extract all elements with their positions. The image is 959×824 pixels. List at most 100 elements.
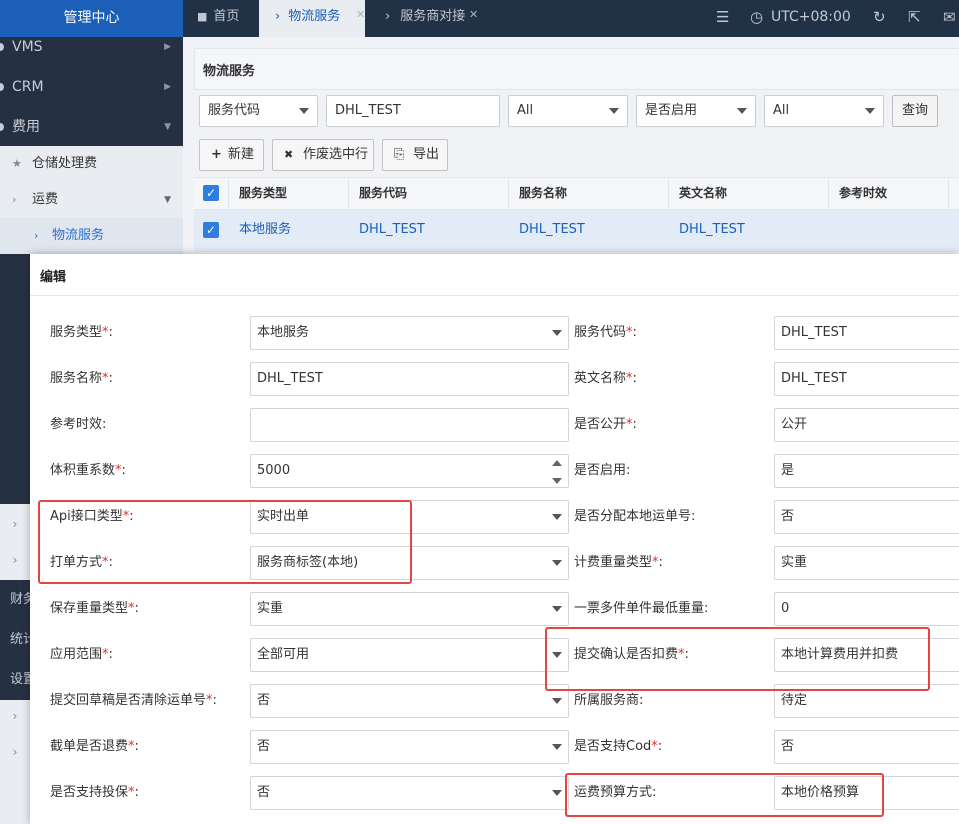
field-label-text: 服务代码 [574,325,627,340]
field-label: 是否支持投保*: [50,776,139,810]
field-value: 0 [781,601,790,616]
type-select[interactable]: All [508,95,628,127]
field-value-box[interactable]: 实重 [774,546,959,580]
file-export-icon: ⎘ [394,147,405,162]
field-select[interactable]: 本地服务 [250,316,569,350]
checkbox-checked-icon[interactable]: ✓ [203,185,219,201]
text-input[interactable] [250,408,569,442]
field-value-box[interactable]: DHL_TEST [774,316,959,350]
sidebar-item-freight[interactable]: › 运费 ▼ [0,182,183,218]
text-input[interactable]: DHL_TEST [250,362,569,396]
label-colon: : [639,693,644,708]
field-value: 否 [257,785,271,800]
sidebar-item-stats[interactable]: 统计 [0,620,30,660]
field-label: 截单是否退费*: [50,730,139,764]
field-label-text: 应用范围 [50,647,103,662]
field-value: DHL_TEST [781,371,847,386]
label-colon: : [657,739,663,754]
column-header[interactable]: 服务名称 [509,178,669,209]
field-value-box[interactable]: 公开 [774,408,959,442]
bullet-icon [0,83,4,91]
column-header[interactable]: 服务代码 [349,178,509,209]
number-spinner-icon[interactable] [552,460,562,484]
field-value-box[interactable]: DHL_TEST [774,362,959,396]
export-button[interactable]: ⎘ 导出 [382,139,448,171]
field-value-box[interactable]: 0 [774,592,959,626]
label-colon: : [121,463,126,478]
sidebar-item-settings[interactable]: 设置 [0,660,30,700]
field-value-box[interactable]: 是 [774,454,959,488]
tab-logistics-service[interactable]: › 物流服务 ✕ [259,0,365,37]
home-icon: ■ [197,10,208,23]
column-header[interactable]: 参考时效 [829,178,949,209]
column-header[interactable]: 服务类型 [229,178,349,209]
field-label-text: 计费重量类型 [574,555,653,570]
field-select[interactable]: 否 [250,730,569,764]
chevron-right-icon: ▶ [164,82,171,92]
enabled-select[interactable]: 是否启用 [636,95,756,127]
close-icon[interactable]: ✕ [356,0,365,32]
table-row[interactable]: ✓ 本地服务 DHL_TEST DHL_TEST DHL_TEST [194,210,959,252]
sidebar-item-finance[interactable]: 财务 [0,580,30,620]
field-label-text: 是否支持投保 [50,785,129,800]
new-button[interactable]: + 新建 [199,139,264,171]
field-value: 否 [257,739,271,754]
menu-icon[interactable]: ☰ [716,0,729,37]
mail-icon[interactable]: ✉ [943,0,956,37]
number-input[interactable]: 5000 [250,454,569,488]
sidebar-item-logistics-service[interactable]: › 物流服务 [0,218,183,254]
chevron-right-icon[interactable]: › [0,698,30,734]
checkbox-checked-icon[interactable]: ✓ [203,222,219,238]
label-colon: : [102,417,107,432]
field-select[interactable]: 否 [250,684,569,718]
chevron-down-icon [552,744,562,750]
column-header[interactable]: 英文名称 [669,178,829,209]
field-label: 保存重量类型*: [50,592,139,626]
chevron-right-icon[interactable]: › [0,734,30,770]
field-label-text: 提交回草稿是否清除运单号 [50,693,207,708]
field-value-box[interactable]: 否 [774,500,959,534]
sidebar-item-vms[interactable]: VMS ▶ [0,27,183,67]
chevron-right-icon: › [34,229,39,242]
field-label-text: 服务类型 [50,325,103,340]
void-selected-button[interactable]: ✖ 作废选中行 [272,139,374,171]
chevron-right-icon[interactable]: › [0,542,30,578]
field-label: 是否分配本地运单号: [574,500,695,534]
label-colon: : [704,601,709,616]
field-label-text: 英文名称 [574,371,627,386]
field-select[interactable]: 全部可用 [250,638,569,672]
field-value: 否 [257,693,271,708]
highlight-box [565,773,884,817]
field-select[interactable]: 实重 [250,592,569,626]
field-value: 本地服务 [257,325,310,340]
refresh-icon[interactable]: ↻ [873,0,886,37]
close-icon[interactable]: ✕ [469,0,478,32]
select-all-cell[interactable]: ✓ [194,178,229,209]
label-colon: : [212,693,217,708]
search-input[interactable]: DHL_TEST [326,95,500,127]
highlight-box [545,627,930,691]
status-select[interactable]: All [764,95,884,127]
field-label: 服务名称*: [50,362,113,396]
field-value: 公开 [781,417,808,432]
field-select[interactable]: 否 [250,776,569,810]
field-value-box[interactable]: 否 [774,730,959,764]
label-colon: : [134,785,139,800]
query-button[interactable]: 查询 [892,95,938,127]
chevron-right-icon[interactable]: › [0,506,30,542]
sidebar-item-fees[interactable]: 费用 ▼ [0,107,183,147]
label-colon: : [632,325,637,340]
sidebar-item-crm[interactable]: CRM ▶ [0,67,183,107]
chevron-down-icon [737,108,747,114]
field-value: 实重 [781,555,808,570]
field-label: 服务代码*: [574,316,637,350]
field-label: 服务类型*: [50,316,113,350]
clock-icon: ◷ [750,8,764,26]
external-link-icon[interactable]: ⇱ [908,0,921,37]
field-label-text: 是否支持Cod [574,739,652,754]
field-select[interactable]: 服务代码 [199,95,318,127]
sidebar-item-storage-fee[interactable]: ★ 仓储处理费 [0,146,183,182]
tab-provider-integration[interactable]: › 服务商对接 ✕ [365,0,489,37]
chevron-down-icon [552,560,562,566]
tab-home[interactable]: ■ 首页 [183,0,259,37]
